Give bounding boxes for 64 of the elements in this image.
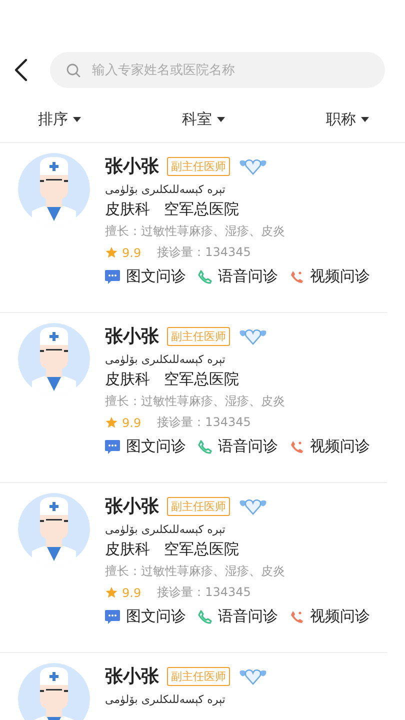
phone-icon bbox=[198, 440, 212, 454]
star-icon bbox=[105, 416, 118, 429]
consult-button[interactable]: 图文问诊 bbox=[105, 267, 186, 286]
consult-button[interactable]: 语音问诊 bbox=[198, 267, 278, 286]
doctor-avatar-icon bbox=[18, 323, 90, 395]
doctor-name: 张小张 bbox=[105, 495, 159, 518]
consult-button[interactable]: 视频问诊 bbox=[290, 267, 370, 286]
title-tag: 副主任医师 bbox=[167, 326, 230, 346]
winged-heart-icon bbox=[238, 157, 268, 175]
rating-score: 9.9 bbox=[122, 416, 142, 430]
phone-icon bbox=[290, 270, 304, 284]
caret-icon bbox=[361, 116, 369, 122]
phone-icon bbox=[198, 270, 212, 284]
consult-button[interactable]: 图文问诊 bbox=[105, 437, 186, 456]
consult-button[interactable]: 图文问诊 bbox=[105, 607, 186, 626]
doctor-avatar-icon bbox=[18, 153, 90, 225]
search-field[interactable]: 输入专家姓名或医院名称 bbox=[50, 52, 385, 88]
filter-dropdown[interactable]: 排序 bbox=[38, 108, 81, 130]
department-uyghur: تېرە كېسەللىكلىرى بۆلۈمى bbox=[105, 183, 226, 196]
filter-dropdown[interactable]: 科室 bbox=[182, 108, 225, 130]
winged-heart-icon bbox=[238, 497, 268, 515]
department-uyghur: تېرە كېسەللىكلىرى بۆلۈمى bbox=[105, 523, 226, 536]
department-uyghur: تېرە كېسەللىكلىرى بۆلۈمى bbox=[105, 693, 226, 706]
doctor-avatar-icon bbox=[18, 493, 90, 565]
consultation-count: 接诊量：134345 bbox=[157, 584, 251, 601]
consult-button[interactable]: 语音问诊 bbox=[198, 437, 278, 456]
specialty-text: 擅长：过敏性荨麻疹、湿疹、皮炎 bbox=[105, 223, 286, 240]
winged-heart-icon bbox=[238, 327, 268, 345]
doctor-name: 张小张 bbox=[105, 665, 159, 688]
phone-icon bbox=[198, 610, 212, 624]
hospital-name: 空军总医院 bbox=[164, 370, 239, 389]
consultation-count: 接诊量：134345 bbox=[157, 414, 251, 431]
title-tag: 副主任医师 bbox=[167, 666, 230, 686]
chat-icon bbox=[105, 440, 120, 454]
rating-score: 9.9 bbox=[122, 586, 142, 600]
phone-icon bbox=[290, 610, 304, 624]
rating-score: 9.9 bbox=[122, 246, 142, 260]
hospital-name: 空军总医院 bbox=[164, 200, 239, 219]
title-tag: 副主任医师 bbox=[167, 496, 230, 516]
doctor-name: 张小张 bbox=[105, 325, 159, 348]
title-tag: 副主任医师 bbox=[167, 156, 230, 176]
doctor-name: 张小张 bbox=[105, 155, 159, 178]
caret-icon bbox=[217, 116, 225, 122]
caret-icon bbox=[73, 116, 81, 122]
specialty-text: 擅长：过敏性荨麻疹、湿疹、皮炎 bbox=[105, 393, 286, 410]
chat-icon bbox=[105, 270, 120, 284]
department-uyghur: تېرە كېسەللىكلىرى بۆلۈمى bbox=[105, 353, 226, 366]
hospital-name: 空军总医院 bbox=[164, 540, 239, 559]
star-icon bbox=[105, 586, 118, 599]
specialty-text: 擅长：过敏性荨麻疹、湿疹、皮炎 bbox=[105, 563, 286, 580]
department-name: 皮肤科 bbox=[105, 370, 150, 389]
consultation-count: 接诊量：134345 bbox=[157, 244, 251, 261]
doctor-avatar-icon bbox=[18, 663, 90, 720]
department-name: 皮肤科 bbox=[105, 540, 150, 559]
consult-button[interactable]: 视频问诊 bbox=[290, 437, 370, 456]
consult-button[interactable]: 视频问诊 bbox=[290, 607, 370, 626]
winged-heart-icon bbox=[238, 667, 268, 685]
department-name: 皮肤科 bbox=[105, 200, 150, 219]
star-icon bbox=[105, 246, 118, 259]
filter-dropdown[interactable]: 职称 bbox=[326, 108, 369, 130]
phone-icon bbox=[290, 440, 304, 454]
consult-button[interactable]: 语音问诊 bbox=[198, 607, 278, 626]
back-icon[interactable] bbox=[14, 58, 28, 82]
chat-icon bbox=[105, 610, 120, 624]
